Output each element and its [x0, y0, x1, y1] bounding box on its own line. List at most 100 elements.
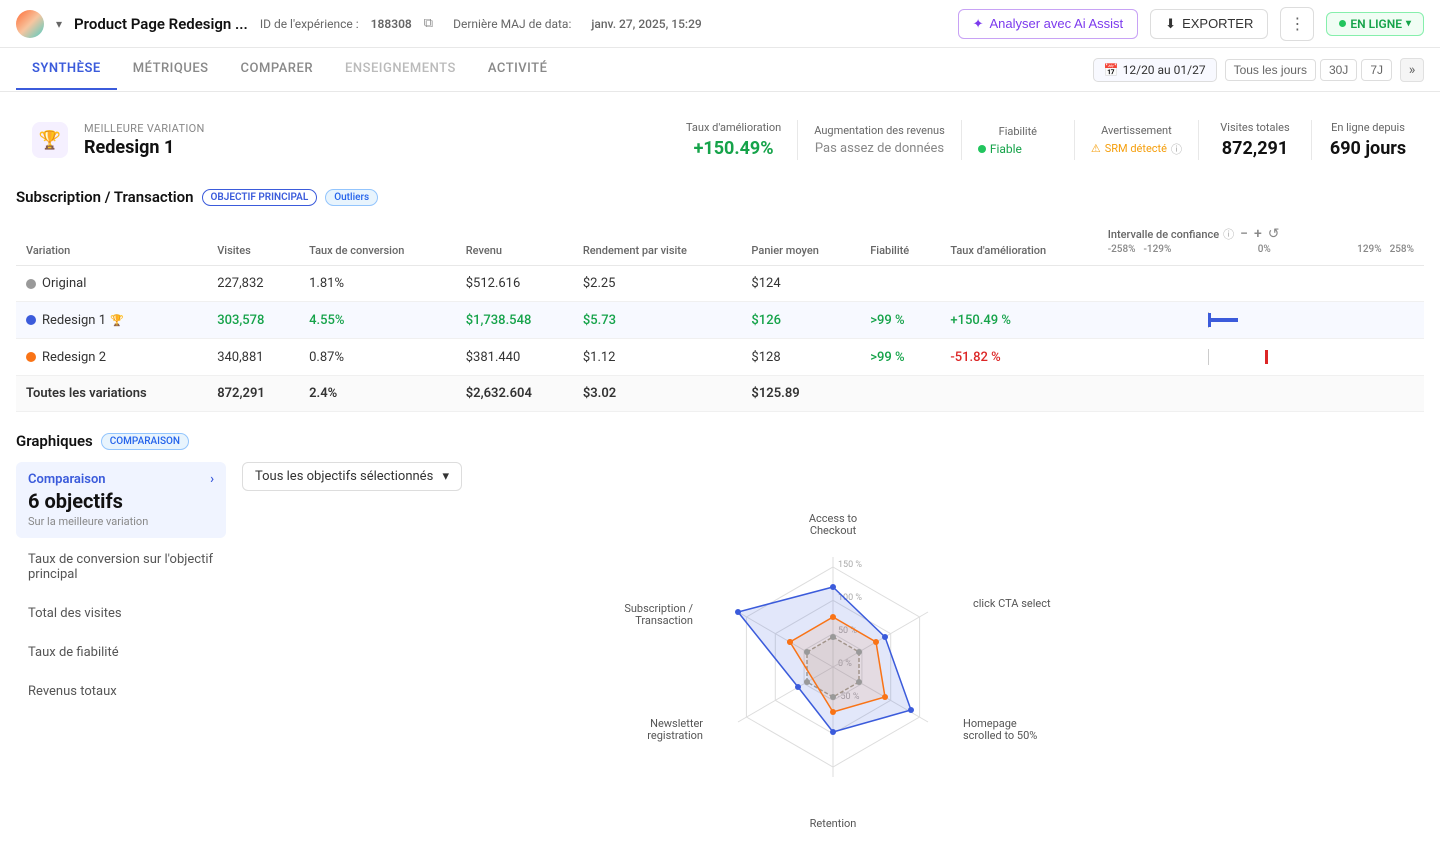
- ci-info-icon[interactable]: ⓘ: [1223, 226, 1234, 242]
- cell-rendement-original: $2.25: [573, 266, 742, 302]
- badge-outliers[interactable]: Outliers: [325, 189, 378, 206]
- metric-revenus: Augmentation des revenus Pas assez de do…: [814, 124, 945, 156]
- calendar-icon: 📅: [1104, 63, 1119, 77]
- cell-visites-original: 227,832: [207, 266, 299, 302]
- cell-panier-redesign2: $128: [741, 339, 860, 376]
- charts-section: Graphiques COMPARAISON Comparaison › 6 o…: [16, 432, 1424, 827]
- best-variation-name: Redesign 1: [84, 137, 205, 158]
- more-options-button[interactable]: ⋮: [1280, 7, 1314, 41]
- results-table: Variation Visites Taux de conversion Rev…: [16, 218, 1424, 412]
- table-row: Redesign 2 340,881 0.87% $381.440 $1.12 …: [16, 339, 1424, 376]
- charts-badge: COMPARAISON: [101, 433, 189, 450]
- ci-scale-2: -129%: [1144, 244, 1172, 255]
- cell-fiabilite-redesign1: >99 %: [860, 302, 940, 339]
- radar-chart: Access to Checkout click CTA select Home…: [242, 507, 1424, 827]
- dot-original: [26, 279, 36, 289]
- ci-minus-btn[interactable]: −: [1238, 226, 1250, 242]
- tab-enseignements[interactable]: ENSEIGNEMENTS: [329, 49, 472, 90]
- warning-icon: ⚠: [1091, 142, 1101, 155]
- period-filters: Tous les jours 30J 7J: [1225, 59, 1392, 81]
- dropdown-icon[interactable]: ▾: [56, 17, 62, 31]
- ci-scale-1: -258%: [1108, 244, 1136, 255]
- charts-main: Tous les objectifs sélectionnés ▾ Access…: [242, 462, 1424, 827]
- status-dot-icon: [1339, 20, 1346, 27]
- cell-amelio-redesign1: +150.49 %: [940, 302, 1097, 339]
- cell-fiabilite-redesign2: >99 %: [860, 339, 940, 376]
- svg-text:150 %: 150 %: [838, 560, 862, 570]
- copy-icon[interactable]: ⧉: [424, 16, 433, 31]
- metric-fiabilite: Fiabilité Fiable: [978, 125, 1058, 156]
- chart-nav-taux-conv[interactable]: Taux de conversion sur l'objectif princi…: [16, 542, 226, 592]
- cell-variation-original: Original: [16, 266, 207, 302]
- col-taux-amelio: Taux d'amélioration: [940, 218, 1097, 266]
- chart-nav-fiabilite-label: Taux de fiabilité: [28, 645, 214, 660]
- status-label: EN LIGNE: [1350, 17, 1402, 31]
- col-revenu: Revenu: [456, 218, 573, 266]
- svg-text:scrolled to 50%: scrolled to 50%: [963, 729, 1037, 742]
- info-icon[interactable]: ⓘ: [1171, 141, 1182, 157]
- avertissement-value: ⚠ SRM détecté ⓘ: [1091, 141, 1182, 157]
- chart-nav-comparaison[interactable]: Comparaison › 6 objectifs Sur la meilleu…: [16, 462, 226, 538]
- variation-name-redesign2: Redesign 2: [42, 350, 106, 365]
- col-visites: Visites: [207, 218, 299, 266]
- dot-redesign2: [26, 352, 36, 362]
- table-row-total: Toutes les variations 872,291 2.4% $2,63…: [16, 376, 1424, 412]
- metric-visites: Visites totales 872,291: [1215, 121, 1295, 159]
- variation-name-original: Original: [42, 276, 86, 291]
- cell-taux-total: 2.4%: [299, 376, 456, 412]
- objectives-dropdown[interactable]: Tous les objectifs sélectionnés ▾: [242, 462, 462, 491]
- filter-7j[interactable]: 7J: [1361, 59, 1392, 81]
- tab-activite[interactable]: ACTIVITÉ: [472, 49, 564, 90]
- chevron-down-icon: ▾: [1406, 18, 1411, 29]
- col-variation: Variation: [16, 218, 207, 266]
- table-section-header: Subscription / Transaction OBJECTIF PRIN…: [16, 188, 1424, 206]
- date-filter[interactable]: 📅 12/20 au 01/27: [1093, 58, 1217, 82]
- badge-primary: OBJECTIF PRINCIPAL: [202, 189, 318, 206]
- cell-variation-redesign2: Redesign 2: [16, 339, 207, 376]
- chart-nav-total-visites[interactable]: Total des visites: [16, 596, 226, 631]
- ci-plus-btn[interactable]: +: [1252, 226, 1264, 242]
- cell-taux-redesign2: 0.87%: [299, 339, 456, 376]
- chart-nav-fiabilite[interactable]: Taux de fiabilité: [16, 635, 226, 670]
- ci-scale-4: 129%: [1357, 244, 1381, 255]
- ai-assist-button[interactable]: ✦ Analyser avec Ai Assist: [958, 9, 1139, 39]
- col-ci: Intervalle de confiance ⓘ − + ↺ -258% -1…: [1098, 218, 1424, 266]
- divider4: [1198, 120, 1199, 160]
- filter-30j[interactable]: 30J: [1320, 59, 1357, 81]
- table-row: Redesign 1 🏆 303,578 4.55% $1,738.548 $5…: [16, 302, 1424, 339]
- cell-visites-total: 872,291: [207, 376, 299, 412]
- export-button[interactable]: ⬇ EXPORTER: [1150, 9, 1268, 39]
- tab-bar: SYNTHÈSE MÉTRIQUES COMPARER ENSEIGNEMENT…: [0, 48, 1440, 92]
- chevron-right-icon: ›: [210, 472, 214, 487]
- metric-enligne: En ligne depuis 690 jours: [1328, 121, 1408, 159]
- tab-comparer[interactable]: COMPARER: [225, 49, 329, 90]
- charts-title: Graphiques: [16, 432, 93, 450]
- ci-scale-5: 258%: [1390, 244, 1414, 255]
- visites-value: 872,291: [1215, 138, 1295, 159]
- ci-reset-btn[interactable]: ↺: [1266, 226, 1282, 242]
- status-badge[interactable]: EN LIGNE ▾: [1326, 12, 1424, 36]
- tab-synthese[interactable]: SYNTHÈSE: [16, 49, 117, 90]
- divider: [797, 120, 798, 160]
- charts-sidebar: Comparaison › 6 objectifs Sur la meilleu…: [16, 462, 226, 827]
- fiabilite-value: Fiable: [978, 142, 1058, 156]
- star-icon: ✦: [973, 16, 984, 32]
- cell-fiabilite-original: [860, 266, 940, 302]
- main-content: 🏆 Meilleure variation Redesign 1 Taux d'…: [0, 92, 1440, 843]
- filter-tous-jours[interactable]: Tous les jours: [1225, 59, 1316, 81]
- fiable-dot-icon: [978, 145, 986, 153]
- collapse-button[interactable]: »: [1400, 58, 1424, 82]
- chart-nav-revenus[interactable]: Revenus totaux: [16, 674, 226, 709]
- enligne-value: 690 jours: [1328, 138, 1408, 159]
- cell-taux-redesign1: 4.55%: [299, 302, 456, 339]
- tab-metriques[interactable]: MÉTRIQUES: [117, 49, 225, 90]
- experiment-id-label: ID de l'expérience :: [260, 17, 359, 31]
- variation-name-total: Toutes les variations: [26, 386, 147, 401]
- revenus-label: Augmentation des revenus: [814, 124, 945, 137]
- ci-controls: − + ↺: [1238, 226, 1281, 242]
- chart-nav-taux-conv-label: Taux de conversion sur l'objectif princi…: [28, 552, 214, 582]
- last-update-value: janv. 27, 2025, 15:29: [591, 17, 701, 31]
- best-variation-label: Meilleure variation: [84, 122, 205, 135]
- avertissement-text: SRM détecté: [1105, 142, 1167, 155]
- cell-rendement-total: $3.02: [573, 376, 742, 412]
